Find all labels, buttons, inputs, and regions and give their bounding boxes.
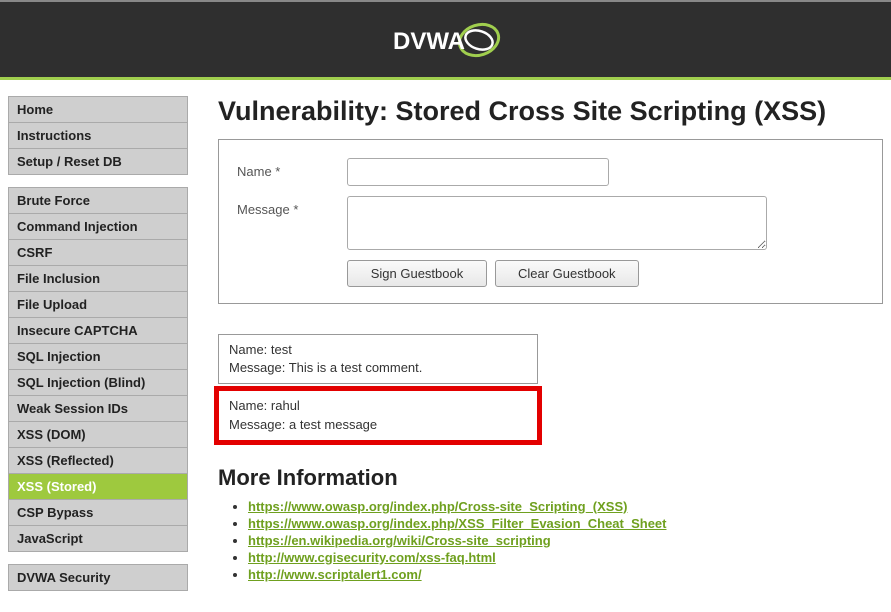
- sidebar-item-setup-reset-db[interactable]: Setup / Reset DB: [8, 148, 188, 175]
- info-link[interactable]: https://en.wikipedia.org/wiki/Cross-site…: [248, 533, 551, 548]
- sidebar-item-command-injection[interactable]: Command Injection: [8, 213, 188, 239]
- sidebar-item-file-upload[interactable]: File Upload: [8, 291, 188, 317]
- nav-group: DVWA Security: [8, 564, 188, 591]
- main-content: Vulnerability: Stored Cross Site Scripti…: [218, 96, 883, 603]
- nav-group: HomeInstructionsSetup / Reset DB: [8, 96, 188, 175]
- nav-group: Brute ForceCommand InjectionCSRFFile Inc…: [8, 187, 188, 552]
- logo: DVWA: [391, 18, 501, 62]
- message-input[interactable]: [347, 196, 767, 250]
- sidebar-item-weak-session-ids[interactable]: Weak Session IDs: [8, 395, 188, 421]
- info-link[interactable]: https://www.owasp.org/index.php/XSS_Filt…: [248, 516, 667, 531]
- entry-name: Name: rahul: [229, 397, 527, 415]
- guestbook-entry: Name: testMessage: This is a test commen…: [218, 334, 538, 384]
- sidebar-item-insecure-captcha[interactable]: Insecure CAPTCHA: [8, 317, 188, 343]
- entry-message: Message: This is a test comment.: [229, 359, 527, 377]
- sidebar-item-brute-force[interactable]: Brute Force: [8, 187, 188, 213]
- sidebar-item-xss-reflected[interactable]: XSS (Reflected): [8, 447, 188, 473]
- page-title: Vulnerability: Stored Cross Site Scripti…: [218, 96, 883, 127]
- entry-name: Name: test: [229, 341, 527, 359]
- sidebar-item-sql-injection[interactable]: SQL Injection: [8, 343, 188, 369]
- more-info-heading: More Information: [218, 465, 883, 491]
- name-input[interactable]: [347, 158, 609, 186]
- list-item: http://www.cgisecurity.com/xss-faq.html: [248, 550, 883, 565]
- sign-guestbook-button[interactable]: Sign Guestbook: [347, 260, 487, 287]
- entry-message: Message: a test message: [229, 416, 527, 434]
- sidebar-item-dvwa-security[interactable]: DVWA Security: [8, 564, 188, 591]
- message-label: Message *: [237, 196, 347, 217]
- list-item: http://www.scriptalert1.com/: [248, 567, 883, 582]
- list-item: https://www.owasp.org/index.php/Cross-si…: [248, 499, 883, 514]
- name-label: Name *: [237, 158, 347, 179]
- info-link[interactable]: http://www.scriptalert1.com/: [248, 567, 422, 582]
- guestbook-entry: Name: rahulMessage: a test message: [218, 390, 538, 440]
- clear-guestbook-button[interactable]: Clear Guestbook: [495, 260, 639, 287]
- sidebar-item-home[interactable]: Home: [8, 96, 188, 122]
- app-header: DVWA: [0, 2, 891, 80]
- sidebar-item-file-inclusion[interactable]: File Inclusion: [8, 265, 188, 291]
- logo-text: DVWA: [393, 28, 465, 55]
- info-links: https://www.owasp.org/index.php/Cross-si…: [248, 499, 883, 582]
- list-item: https://www.owasp.org/index.php/XSS_Filt…: [248, 516, 883, 531]
- guestbook-form: Name * Message * Sign Guestbook Clear Gu…: [218, 139, 883, 304]
- sidebar-item-xss-stored[interactable]: XSS (Stored): [8, 473, 188, 499]
- sidebar-item-xss-dom[interactable]: XSS (DOM): [8, 421, 188, 447]
- sidebar-item-csrf[interactable]: CSRF: [8, 239, 188, 265]
- guestbook-entries: Name: testMessage: This is a test commen…: [218, 334, 538, 441]
- info-link[interactable]: https://www.owasp.org/index.php/Cross-si…: [248, 499, 627, 514]
- sidebar: HomeInstructionsSetup / Reset DB Brute Fo…: [8, 96, 188, 603]
- info-link[interactable]: http://www.cgisecurity.com/xss-faq.html: [248, 550, 496, 565]
- sidebar-item-instructions[interactable]: Instructions: [8, 122, 188, 148]
- list-item: https://en.wikipedia.org/wiki/Cross-site…: [248, 533, 883, 548]
- sidebar-item-sql-injection-blind[interactable]: SQL Injection (Blind): [8, 369, 188, 395]
- sidebar-item-csp-bypass[interactable]: CSP Bypass: [8, 499, 188, 525]
- sidebar-item-javascript[interactable]: JavaScript: [8, 525, 188, 552]
